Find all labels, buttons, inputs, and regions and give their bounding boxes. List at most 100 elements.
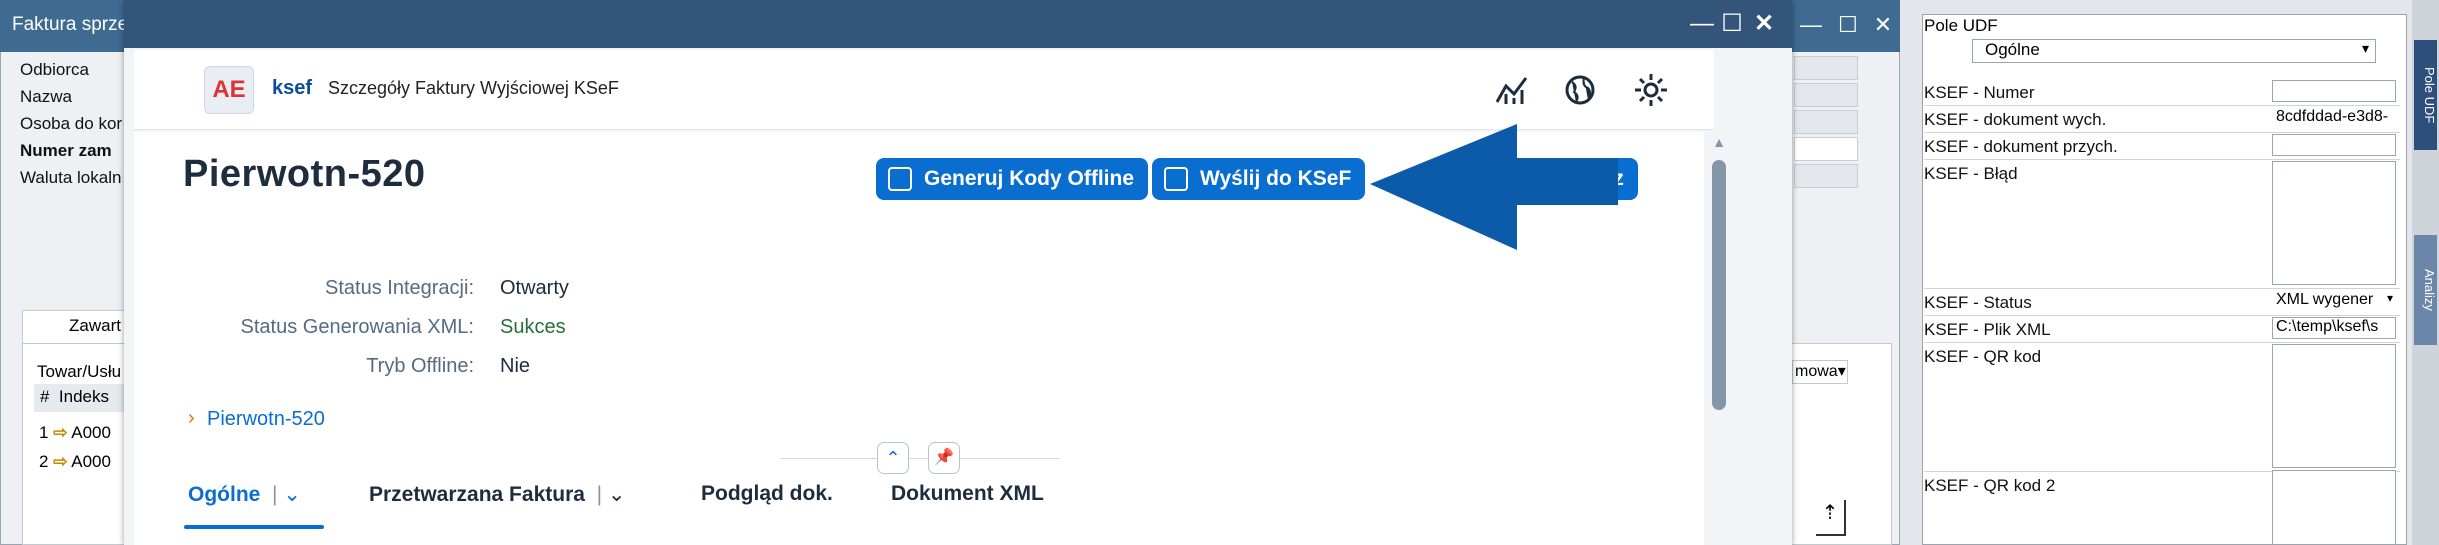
tab-podglad-dok[interactable]: Podgląd dok.: [701, 482, 833, 506]
button-label: Generuj Kody Offline: [924, 167, 1135, 190]
minimize-icon[interactable]: —: [1688, 10, 1716, 38]
udf-category-select[interactable]: Ogólne ▾: [1972, 39, 2376, 63]
analytics-icon[interactable]: [1494, 72, 1530, 108]
udf-divider: [1924, 159, 2400, 160]
bg-table-row[interactable]: 2 ⇨ A000: [34, 452, 124, 478]
breadcrumb-link[interactable]: Pierwotn-520: [207, 408, 325, 431]
export-icon: [1164, 167, 1188, 191]
udf-label-qr-kod: KSEF - QR kod: [1924, 347, 2042, 366]
udf-label-dokument-przych: KSEF - dokument przych.: [1924, 137, 2118, 156]
udf-divider: [1924, 105, 2400, 106]
tab-przetwarzana-faktura[interactable]: Przetwarzana Faktura | ⌄: [369, 482, 626, 507]
udf-input-ksef-blad[interactable]: [2272, 161, 2396, 285]
udf-input-qr-kod-2[interactable]: [2272, 470, 2396, 545]
udf-label-ksef-blad: KSEF - Błąd: [1924, 164, 2018, 183]
udf-label-dokument-wych: KSEF - dokument wych.: [1924, 110, 2107, 129]
export-icon: [888, 167, 912, 191]
collapse-header-button[interactable]: ⌃: [877, 442, 909, 474]
pin-header-button[interactable]: 📌: [928, 442, 960, 474]
bg-input-4[interactable]: [1794, 137, 1858, 161]
object-title: Pierwotn-520: [183, 153, 426, 195]
bg-table-row[interactable]: 1 ⇨ A000: [34, 423, 124, 449]
udf-divider: [1924, 132, 2400, 133]
udf-input-ksef-numer[interactable]: [2272, 80, 2396, 102]
attr-label-status-xml: Status Generowania XML:: [240, 316, 474, 338]
tab-dokument-xml[interactable]: Dokument XML: [891, 482, 1044, 506]
bg-input-5[interactable]: [1794, 164, 1858, 188]
tab-selected-underline: [184, 525, 324, 529]
udf-label-ksef-numer: KSEF - Numer: [1924, 83, 2035, 102]
attr-value-status-xml: Sukces: [500, 316, 566, 338]
udf-label-ksef-status: KSEF - Status: [1924, 293, 2032, 312]
bg-input-1[interactable]: [1794, 56, 1858, 80]
scrollbar-thumb[interactable]: [1712, 160, 1726, 410]
bg-table-header-hash: #: [40, 387, 50, 406]
bg-tab-label: Zawart: [69, 316, 121, 335]
field-label-nazwa: Nazwa: [20, 87, 72, 106]
side-tab-label: Analizy: [2422, 269, 2437, 311]
arrow-link-icon[interactable]: ⇨: [53, 452, 67, 471]
theme-sun-icon[interactable]: [1633, 72, 1669, 108]
scroll-up-arrow[interactable]: ▲: [1712, 134, 1726, 152]
udf-label-plik-xml: KSEF - Plik XML: [1924, 320, 2051, 339]
header-divider: [780, 458, 1060, 459]
annotation-arrow: [1370, 124, 1618, 250]
attribute-labels: Status Integracji: Status Generowania XM…: [134, 275, 474, 395]
attr-value-tryb-offline: Nie: [500, 355, 531, 377]
bg-row-code: A000: [71, 452, 111, 471]
attr-value-status-integracji: Otwarty: [500, 277, 569, 299]
field-label-osoba: Osoba do kor: [20, 114, 123, 133]
arrow-link-icon[interactable]: ⇨: [53, 423, 67, 442]
tab-ogolne[interactable]: Ogólne | ⌄: [188, 482, 301, 507]
bg-row-number: 2: [39, 452, 49, 471]
app-title: Szczegóły Faktury Wyjściowej KSeF: [328, 78, 619, 98]
bg-tab-zawartosc[interactable]: Zawart: [22, 310, 132, 344]
bg-table-header-index: Indeks: [58, 387, 110, 406]
side-tab-label: Pole UDF: [2422, 66, 2437, 124]
app-logo-text: AE: [212, 76, 246, 103]
app-name: ksef: [272, 77, 313, 99]
dialog-titlebar: [124, 0, 1792, 48]
udf-input-plik-xml[interactable]: C:\temp\ksef\s: [2272, 317, 2396, 339]
bg-dropdown[interactable]: mowa▾: [1792, 360, 1848, 384]
bg-input-3[interactable]: [1794, 110, 1858, 134]
chevron-down-icon[interactable]: ⌄: [608, 483, 626, 506]
udf-select-ksef-status[interactable]: XML wygener ▾: [2272, 290, 2396, 312]
udf-category-value: Ogólne: [1985, 40, 2040, 59]
chevron-down-icon: ▾: [2386, 291, 2393, 305]
tab-label: Dokument XML: [891, 482, 1044, 505]
send-to-ksef-button[interactable]: Wyślij do KSeF: [1152, 158, 1366, 200]
side-tab-pole-udf[interactable]: Pole UDF: [2414, 40, 2437, 150]
globe-icon[interactable]: [1562, 72, 1598, 108]
udf-input-dokument-przych[interactable]: [2272, 134, 2396, 156]
tab-label: Ogólne: [188, 483, 261, 506]
background-window-title: Faktura sprze: [12, 14, 129, 35]
maximize-icon[interactable]: ☐: [1718, 10, 1746, 38]
udf-input-qr-kod[interactable]: [2272, 344, 2396, 468]
udf-panel-title: Pole UDF: [1924, 16, 1998, 35]
bg-table-header: # Indeks: [34, 384, 124, 412]
upload-icon[interactable]: ⇡: [1816, 500, 1846, 536]
chevron-down-icon[interactable]: ⌄: [283, 483, 301, 506]
tab-separator: |: [266, 483, 278, 506]
udf-divider: [1924, 288, 2400, 289]
tab-label: Podgląd dok.: [701, 482, 833, 505]
app-logo[interactable]: AE: [204, 66, 254, 114]
background-window-controls[interactable]: —☐✕: [1800, 12, 1908, 38]
field-label-odbiorca: Odbiorca: [20, 60, 89, 79]
pin-icon: 📌: [934, 449, 954, 466]
field-label-numer-zam: Numer zam: [20, 141, 112, 160]
button-label: Wyślij do KSeF: [1200, 167, 1352, 190]
side-tab-analizy[interactable]: Analizy: [2414, 235, 2437, 345]
bg-dropdown-value: mowa: [1795, 363, 1838, 380]
generate-offline-codes-button[interactable]: Generuj Kody Offline: [876, 158, 1149, 200]
close-icon[interactable]: ✕: [1750, 10, 1778, 38]
bg-row-code: A000: [71, 423, 111, 442]
udf-input-dokument-wych[interactable]: 8cdfddad-e3d8-: [2272, 107, 2396, 129]
bg-input-2[interactable]: [1794, 83, 1858, 107]
chevron-down-icon: ▾: [2361, 40, 2369, 56]
chevron-right-icon: ›: [188, 407, 195, 429]
tab-label: Przetwarzana Faktura: [369, 483, 585, 506]
tab-separator: |: [590, 483, 603, 506]
udf-divider: [1924, 315, 2400, 316]
